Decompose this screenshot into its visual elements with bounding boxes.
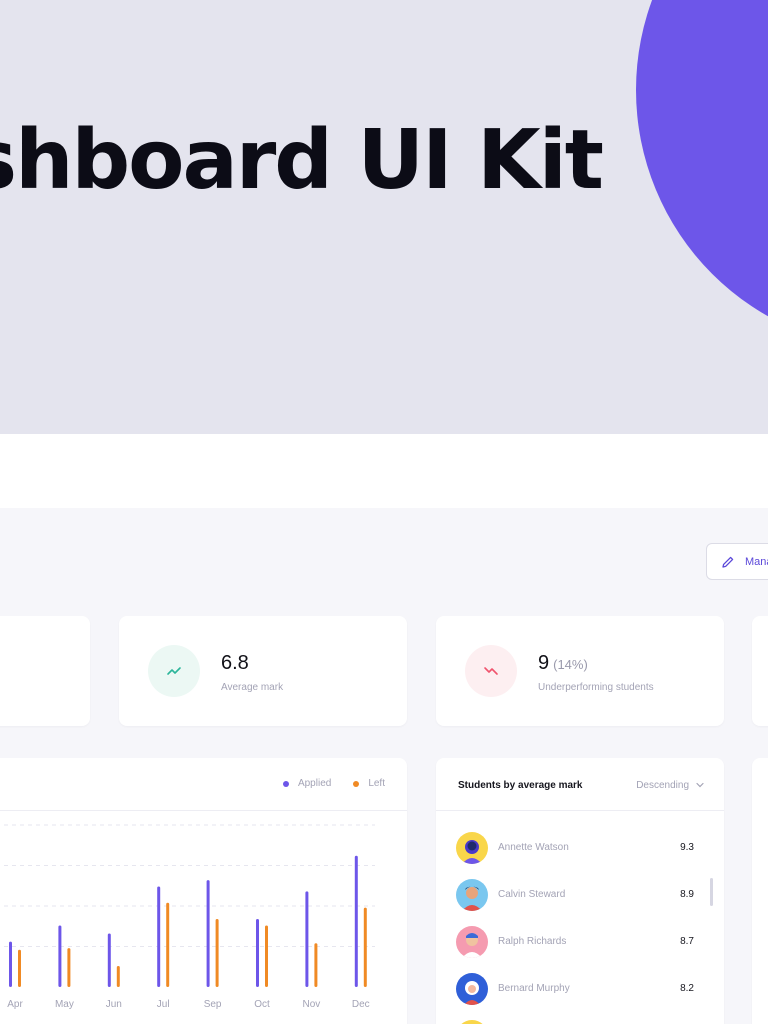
student-score: 8.7	[680, 936, 694, 947]
sort-dropdown[interactable]: Descending	[636, 780, 704, 791]
sort-dropdown-label: Descending	[636, 780, 689, 791]
stat-card-average-mark: 6.8 Average mark	[119, 616, 407, 726]
bar-applied-nov	[305, 891, 309, 987]
stat-value: 6.8	[221, 652, 249, 674]
chevron-down-icon	[696, 780, 704, 791]
student-name: Annette Watson	[498, 842, 569, 853]
stat-value-sub: (14%)	[553, 657, 588, 672]
applications-chart-card: Applied Left Apr May Jun Jul Sep Oct Nov Dec	[0, 758, 407, 1024]
bar-applied-may	[58, 925, 62, 987]
stat-card-underperforming: 9 (14%) Underperforming students	[436, 616, 724, 726]
avatar	[456, 1020, 488, 1024]
x-tick-label: Jul	[157, 999, 170, 1010]
pencil-icon	[721, 555, 735, 569]
x-tick-label: May	[55, 999, 74, 1010]
x-tick-label: Sep	[204, 999, 222, 1010]
stat-card-partial	[0, 616, 90, 726]
stat-value: 9 (14%)	[538, 652, 588, 674]
bar-applied-sep	[206, 880, 210, 987]
card-partial-right	[752, 758, 768, 1024]
list-scrollbar[interactable]	[710, 878, 713, 906]
stat-label: Underperforming students	[538, 682, 654, 693]
hero-title: ashboard UI Kit	[0, 113, 604, 208]
bar-applied-dec	[354, 855, 358, 987]
student-name: Bernard Murphy	[498, 983, 570, 994]
bar-applied-jul	[157, 886, 161, 987]
student-row[interactable]: Calvin Steward 8.9	[456, 879, 696, 913]
x-tick-label: Dec	[352, 999, 370, 1010]
bar-left-may	[67, 948, 71, 987]
students-list-card: Students by average mark Descending Anne…	[436, 758, 724, 1024]
bar-applied-oct	[256, 918, 259, 987]
manage-button[interactable]: Manage	[706, 543, 768, 580]
avatar	[456, 973, 488, 1005]
bar-left-jul	[166, 902, 170, 987]
stat-label: Average mark	[221, 682, 284, 693]
student-name: Calvin Steward	[498, 889, 566, 900]
student-row[interactable]: Annette Watson 9.3	[456, 832, 696, 866]
list-divider	[436, 810, 724, 811]
manage-button-label: Manage	[745, 555, 768, 568]
student-row[interactable]: Bernard Murphy 8.2	[456, 973, 696, 1007]
page-gap	[0, 434, 768, 508]
x-tick-label: Apr	[7, 999, 23, 1010]
bar-chart: Apr May Jun Jul Sep Oct Nov Dec	[0, 824, 375, 1010]
hero-banner: ashboard UI Kit	[0, 0, 768, 434]
bar-left-apr	[18, 949, 21, 987]
student-score: 9.3	[680, 842, 694, 853]
trend-down-icon	[465, 645, 517, 697]
student-score: 8.9	[680, 889, 694, 900]
bar-applied-apr	[9, 941, 12, 987]
students-list-title: Students by average mark	[458, 780, 583, 791]
x-tick-label: Nov	[303, 999, 321, 1010]
student-name: Ralph Richards	[498, 936, 567, 947]
bar-left-sep	[215, 918, 219, 987]
bar-left-jun	[116, 965, 120, 987]
bar-left-oct	[265, 925, 268, 987]
bar-applied-jun	[107, 933, 111, 987]
bar-left-dec	[363, 907, 367, 987]
avatar	[456, 832, 488, 864]
student-score: 8.2	[680, 983, 694, 994]
bar-left-nov	[314, 943, 318, 987]
student-row[interactable]: Ralph Richards 8.7	[456, 926, 696, 960]
x-tick-label: Oct	[254, 999, 270, 1010]
avatar	[456, 926, 488, 958]
x-tick-label: Jun	[106, 999, 122, 1010]
stat-card-partial-right	[752, 616, 768, 726]
student-row-partial[interactable]	[456, 1020, 696, 1024]
trend-up-icon	[148, 645, 200, 697]
dashboard-area: Manage 6.8 Average mark 9(14%) Underperf…	[0, 508, 768, 1024]
hero-accent-circle	[636, 0, 768, 350]
avatar	[456, 879, 488, 911]
